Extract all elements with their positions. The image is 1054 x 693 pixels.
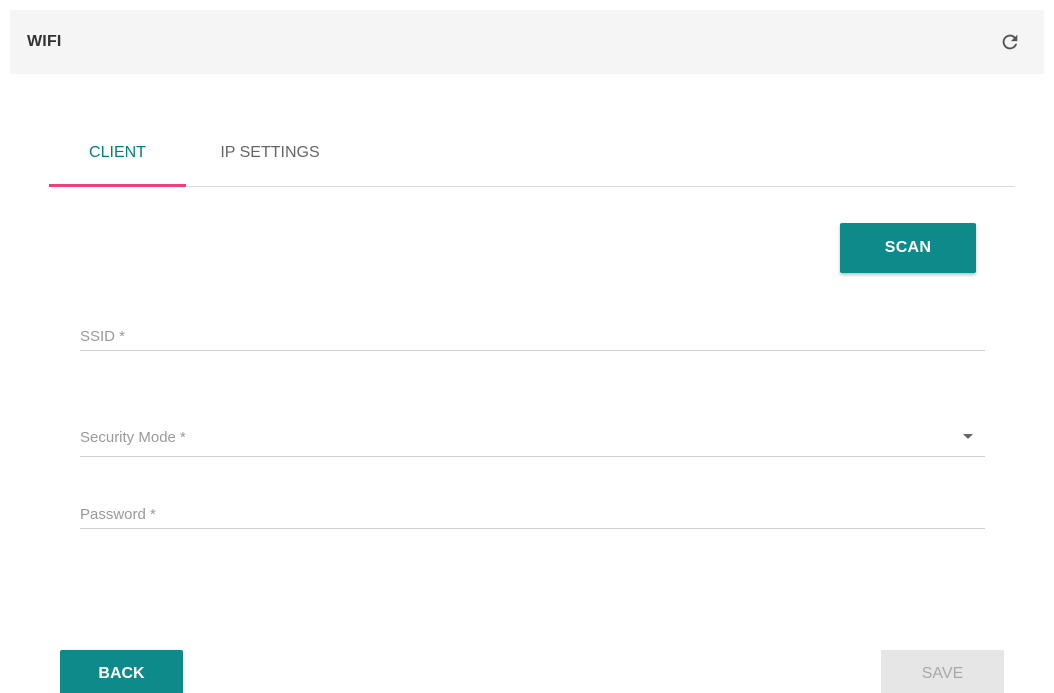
scan-button[interactable]: SCAN (840, 223, 976, 273)
ssid-field[interactable]: SSID * (80, 320, 985, 351)
active-tab-indicator (49, 184, 186, 187)
header-bar: WIFI (10, 10, 1044, 74)
page-title: WIFI (27, 33, 62, 50)
tab-ip-settings[interactable]: IP SETTINGS (199, 120, 341, 186)
ssid-label: SSID * (80, 328, 126, 345)
dropdown-arrow-icon (963, 434, 973, 439)
password-field[interactable]: Password * (80, 500, 985, 529)
refresh-button[interactable] (996, 28, 1024, 56)
security-mode-select[interactable]: Security Mode * (80, 420, 985, 457)
tab-client[interactable]: CLIENT (49, 120, 186, 186)
security-mode-label: Security Mode * (80, 429, 186, 446)
save-button[interactable]: SAVE (881, 650, 1004, 693)
wifi-page: WIFI CLIENT IP SETTINGS SCAN SSID * Secu… (0, 0, 1054, 693)
tab-bar: CLIENT IP SETTINGS (49, 120, 1015, 187)
refresh-icon (1002, 34, 1018, 50)
back-button[interactable]: BACK (60, 650, 183, 693)
password-label: Password * (80, 506, 156, 523)
